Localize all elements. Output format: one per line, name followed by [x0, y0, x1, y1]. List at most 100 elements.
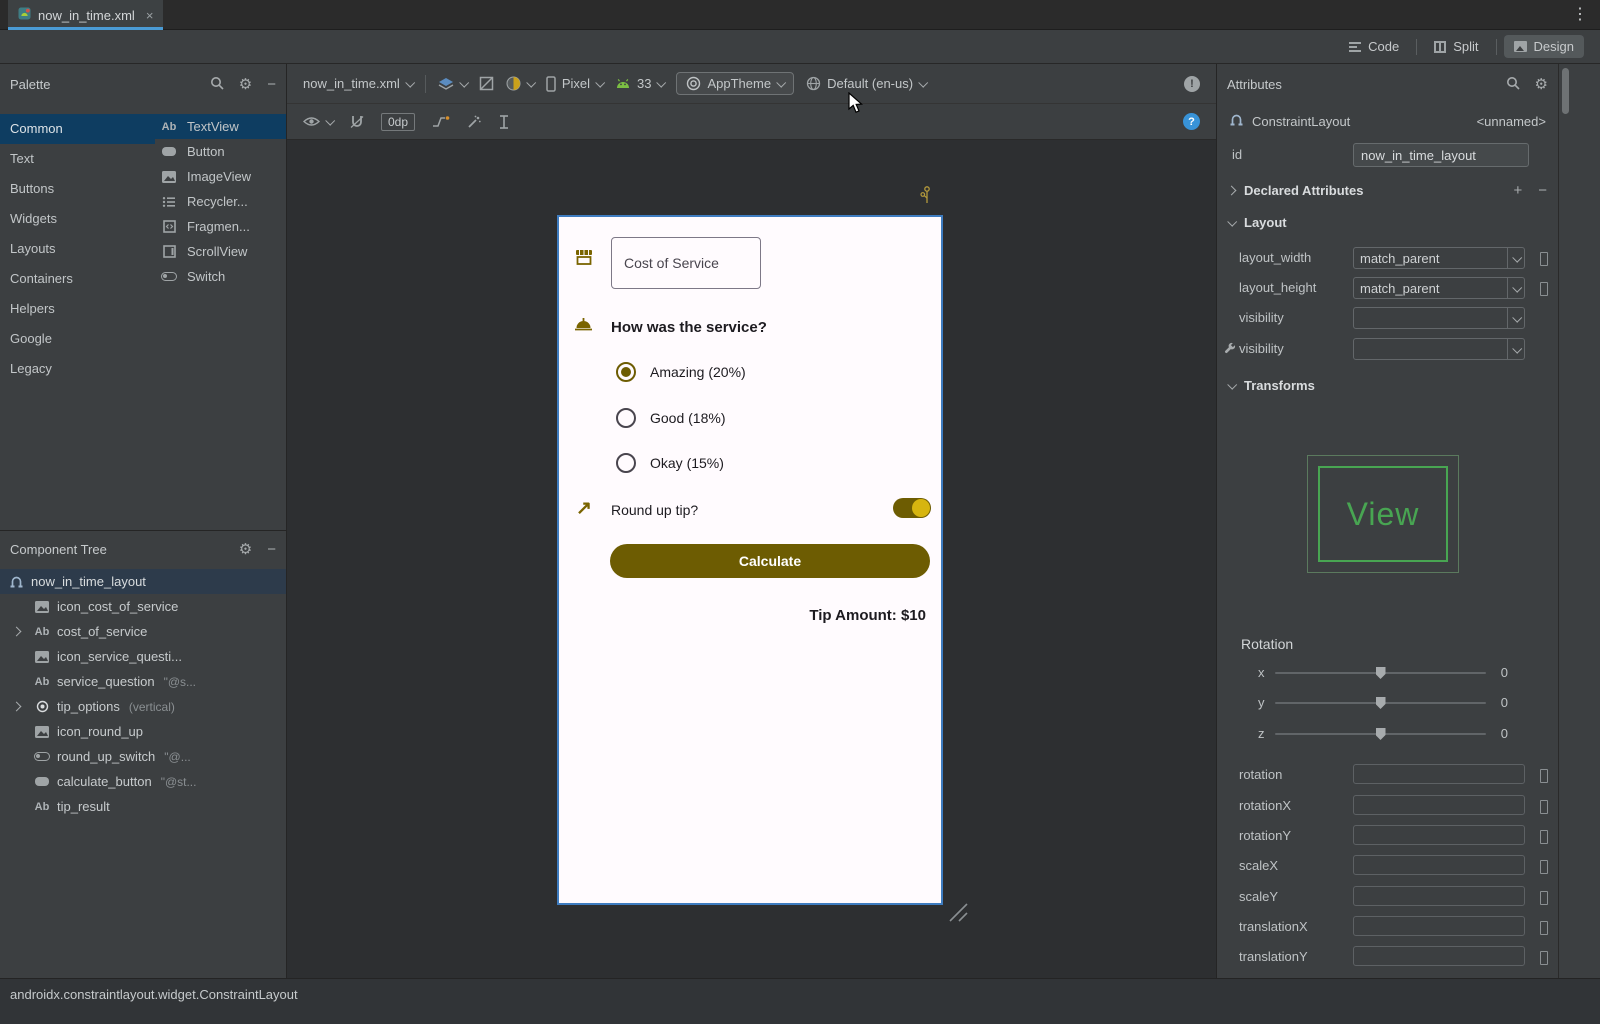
search-icon[interactable]: [1506, 76, 1520, 93]
pick-resource-icon[interactable]: [1540, 951, 1548, 965]
rotation-x-slider[interactable]: [1275, 667, 1486, 679]
minimize-icon[interactable]: −: [267, 77, 276, 92]
palette-category-widgets[interactable]: Widgets: [0, 204, 155, 234]
pick-resource-icon[interactable]: [1540, 769, 1548, 783]
tree-item-icon-round-up[interactable]: icon_round_up: [0, 719, 286, 744]
transforms-section[interactable]: Transforms: [1217, 371, 1558, 399]
radio-button-selected[interactable]: [616, 362, 636, 382]
slider-thumb[interactable]: [1375, 697, 1386, 709]
palette-category-google[interactable]: Google: [0, 324, 155, 354]
radio-option-amazing[interactable]: Amazing (20%): [616, 362, 746, 382]
rotation-z-slider[interactable]: [1275, 728, 1486, 740]
design-surface-selector[interactable]: [438, 77, 469, 91]
pick-resource-icon[interactable]: [1540, 891, 1548, 905]
radio-option-okay[interactable]: Okay (15%): [616, 453, 724, 473]
tools-visibility-select[interactable]: [1353, 338, 1525, 360]
cost-of-service-field[interactable]: Cost of Service: [611, 237, 761, 289]
slider-thumb[interactable]: [1375, 667, 1386, 679]
align-menu[interactable]: [498, 114, 510, 129]
vertical-scrollbar[interactable]: [1562, 68, 1569, 114]
palette-category-helpers[interactable]: Helpers: [0, 294, 155, 324]
palette-item-button[interactable]: Button: [155, 139, 286, 164]
pick-resource-icon[interactable]: [1540, 252, 1548, 266]
rotation-y-slider[interactable]: [1275, 697, 1486, 709]
code-view-button[interactable]: Code: [1339, 35, 1409, 58]
scaley-input[interactable]: [1353, 886, 1525, 906]
pick-resource-icon[interactable]: [1540, 800, 1548, 814]
translationy-input[interactable]: [1353, 946, 1525, 966]
expand-chevron-icon[interactable]: [11, 626, 22, 637]
color-mode-selector[interactable]: [506, 76, 536, 91]
add-attribute-icon[interactable]: +: [1513, 182, 1522, 199]
gear-icon[interactable]: ⚙: [1535, 77, 1548, 92]
issues-indicator-icon[interactable]: !: [1184, 75, 1200, 92]
layout-height-select[interactable]: match_parent: [1353, 277, 1525, 299]
view-options-selector[interactable]: [303, 115, 336, 127]
tree-item-icon-service-question[interactable]: icon_service_questi...: [0, 644, 286, 669]
gear-icon[interactable]: ⚙: [239, 77, 252, 92]
api-level-selector[interactable]: 33: [615, 76, 667, 91]
tree-item-cost-of-service[interactable]: Ab cost_of_service: [0, 619, 286, 644]
file-selector[interactable]: now_in_time.xml: [303, 76, 415, 91]
round-up-switch[interactable]: [893, 498, 931, 518]
palette-item-switch[interactable]: Switch: [155, 264, 286, 289]
radio-option-good[interactable]: Good (18%): [616, 408, 725, 428]
palette-category-legacy[interactable]: Legacy: [0, 354, 155, 384]
kebab-menu-icon[interactable]: ⋮: [1572, 4, 1588, 24]
tree-item-now-in-time-layout[interactable]: now_in_time_layout: [0, 569, 286, 594]
calculate-button[interactable]: Calculate: [610, 544, 930, 578]
slider-thumb[interactable]: [1375, 728, 1386, 740]
expand-chevron-icon[interactable]: [11, 701, 22, 712]
palette-item-imageview[interactable]: ImageView: [155, 164, 286, 189]
declared-attributes-section[interactable]: Declared Attributes + −: [1217, 176, 1558, 204]
autoconnect-toggle[interactable]: [350, 115, 364, 129]
palette-category-buttons[interactable]: Buttons: [0, 174, 155, 204]
design-view-button[interactable]: Design: [1503, 35, 1584, 58]
pick-resource-icon[interactable]: [1540, 830, 1548, 844]
tree-item-calculate-button[interactable]: calculate_button "@st...: [0, 769, 286, 794]
layout-section[interactable]: Layout: [1217, 208, 1558, 236]
tree-item-service-question[interactable]: Ab service_question "@s...: [0, 669, 286, 694]
resize-handle[interactable]: [946, 900, 970, 927]
pick-resource-icon[interactable]: [1540, 921, 1548, 935]
translationx-input[interactable]: [1353, 916, 1525, 936]
palette-category-containers[interactable]: Containers: [0, 264, 155, 294]
palette-category-layouts[interactable]: Layouts: [0, 234, 155, 264]
guidelines-menu[interactable]: [432, 115, 450, 128]
radio-button[interactable]: [616, 408, 636, 428]
remove-attribute-icon[interactable]: −: [1538, 182, 1547, 199]
search-icon[interactable]: [210, 76, 224, 93]
palette-item-recyclerview[interactable]: Recycler...: [155, 189, 286, 214]
rotation-input[interactable]: [1353, 764, 1525, 784]
theme-selector[interactable]: AppTheme: [676, 72, 795, 95]
palette-item-scrollview[interactable]: ScrollView: [155, 239, 286, 264]
gear-icon[interactable]: ⚙: [239, 542, 252, 557]
night-mode-toggle[interactable]: [479, 76, 494, 91]
palette-category-common[interactable]: Common: [0, 114, 155, 144]
pick-resource-icon[interactable]: [1540, 282, 1548, 296]
palette-item-fragmentcontainer[interactable]: Fragmen...: [155, 214, 286, 239]
radio-button[interactable]: [616, 453, 636, 473]
tab-now-in-time-xml[interactable]: now_in_time.xml ×: [8, 0, 164, 30]
close-tab-icon[interactable]: ×: [146, 8, 154, 23]
tree-item-icon-cost-of-service[interactable]: icon_cost_of_service: [0, 594, 286, 619]
id-input[interactable]: now_in_time_layout: [1353, 143, 1529, 167]
tree-item-round-up-switch[interactable]: round_up_switch "@...: [0, 744, 286, 769]
split-view-button[interactable]: Split: [1424, 35, 1488, 58]
help-icon[interactable]: ?: [1183, 113, 1200, 130]
infer-constraints-button[interactable]: [467, 115, 481, 129]
visibility-select[interactable]: [1353, 307, 1525, 329]
locale-selector[interactable]: Default (en-us): [806, 76, 929, 91]
layout-width-select[interactable]: match_parent: [1353, 247, 1525, 269]
palette-category-text[interactable]: Text: [0, 144, 155, 174]
palette-item-textview[interactable]: Ab TextView: [155, 114, 286, 139]
tree-item-tip-result[interactable]: Ab tip_result: [0, 794, 286, 819]
default-margin-selector[interactable]: 0dp: [381, 112, 416, 131]
scalex-input[interactable]: [1353, 855, 1525, 875]
pick-resource-icon[interactable]: [1540, 860, 1548, 874]
rotationy-input[interactable]: [1353, 825, 1525, 845]
rotationx-input[interactable]: [1353, 795, 1525, 815]
tree-item-tip-options[interactable]: tip_options (vertical): [0, 694, 286, 719]
minimize-icon[interactable]: −: [267, 542, 276, 557]
design-canvas[interactable]: Cost of Service How was the service? Ama…: [287, 140, 1216, 978]
